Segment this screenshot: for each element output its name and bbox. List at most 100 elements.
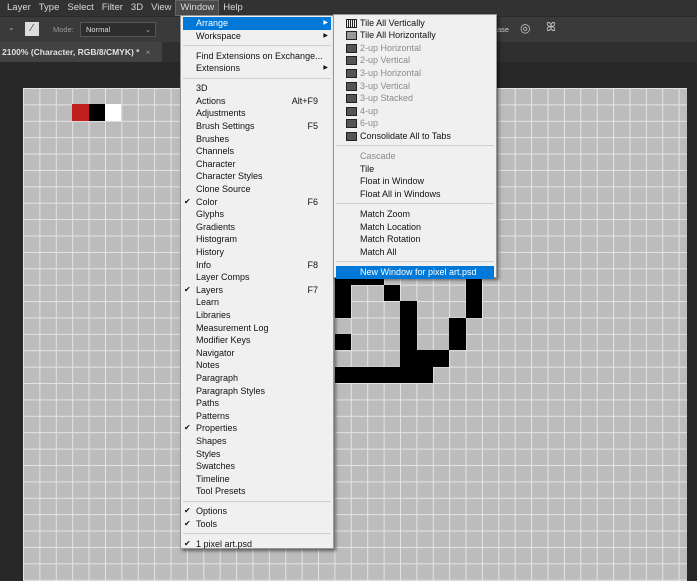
menu-item-paragraph-styles[interactable]: Paragraph Styles bbox=[183, 385, 331, 398]
menu-item-tile[interactable]: Tile bbox=[336, 163, 494, 176]
menu-item-glyphs[interactable]: Glyphs bbox=[183, 208, 331, 221]
menu-item-patterns[interactable]: Patterns bbox=[183, 410, 331, 423]
menu-item-modifier-keys[interactable]: Modifier Keys bbox=[183, 334, 331, 347]
menu-item-brushes[interactable]: Brushes bbox=[183, 133, 331, 146]
menu-item-label: Measurement Log bbox=[196, 322, 269, 333]
menu-item-learn[interactable]: Learn bbox=[183, 296, 331, 309]
menu-separator bbox=[183, 533, 331, 535]
menu-item-6-up[interactable]: 6-up bbox=[336, 117, 494, 130]
menu-item-label: Notes bbox=[196, 360, 220, 371]
menu-item-consolidate-all-to-tabs[interactable]: Consolidate All to Tabs bbox=[336, 130, 494, 143]
document-tab[interactable]: 2100% (Character, RGB/8/CMYK) * × bbox=[0, 42, 162, 62]
menu-item-layer-comps[interactable]: Layer Comps bbox=[183, 271, 331, 284]
menu-item-brush-settings[interactable]: Brush Settings F5 bbox=[183, 120, 331, 133]
menu-item-swatches[interactable]: Swatches bbox=[183, 460, 331, 473]
brush-preset-icon[interactable]: ⁄ bbox=[25, 22, 39, 36]
menu-view[interactable]: View bbox=[147, 0, 175, 16]
menu-item-label: Properties bbox=[196, 423, 238, 434]
menu-item-notes[interactable]: Notes bbox=[183, 359, 331, 372]
black-pixel bbox=[449, 334, 466, 351]
menu-item-paragraph[interactable]: Paragraph bbox=[183, 372, 331, 385]
menu-item-find-extensions-on-exchange[interactable]: Find Extensions on Exchange... bbox=[183, 50, 331, 63]
menu-item-label: Swatches bbox=[196, 461, 236, 472]
menu-item-3d[interactable]: 3D bbox=[183, 82, 331, 95]
menu-item-tile-all-vertically[interactable]: Tile All Vertically bbox=[336, 17, 494, 30]
menu-filter[interactable]: Filter bbox=[98, 0, 127, 16]
menu-item-arrange[interactable]: Arrange ▶ bbox=[183, 17, 331, 30]
menu-item-label: Paths bbox=[196, 398, 220, 409]
menu-item-color[interactable]: ✔ Color F6 bbox=[183, 196, 331, 209]
menu-item-3-up-horizontal[interactable]: 3-up Horizontal bbox=[336, 67, 494, 80]
menu-item-3-up-stacked[interactable]: 3-up Stacked bbox=[336, 92, 494, 105]
target-icon[interactable]: ◎ bbox=[520, 21, 530, 35]
menu-item-tile-all-horizontally[interactable]: Tile All Horizontally bbox=[336, 29, 494, 42]
menu-item-workspace[interactable]: Workspace ▶ bbox=[183, 30, 331, 43]
menu-item-match-location[interactable]: Match Location bbox=[336, 221, 494, 234]
chevron-down-icon[interactable]: ⌄ bbox=[8, 23, 15, 32]
menu-layer[interactable]: Layer bbox=[3, 0, 35, 16]
layout-icon bbox=[346, 18, 357, 28]
menu-item-match-rotation[interactable]: Match Rotation bbox=[336, 233, 494, 246]
menu-item-label: 3-up Horizontal bbox=[360, 67, 422, 78]
menu-item-1-pixel-art-psd[interactable]: ✔ 1 pixel art.psd bbox=[183, 538, 331, 551]
menu-item-character-styles[interactable]: Character Styles bbox=[183, 170, 331, 183]
menu-item-shapes[interactable]: Shapes bbox=[183, 435, 331, 448]
menu-item-layers[interactable]: ✔ Layers F7 bbox=[183, 284, 331, 297]
color-swatch-pixel bbox=[105, 104, 122, 121]
menu-item-tool-presets[interactable]: Tool Presets bbox=[183, 485, 331, 498]
menu-item-label: Adjustments bbox=[196, 108, 246, 119]
menu-item-label: Cascade bbox=[360, 151, 396, 162]
menu-item-tools[interactable]: ✔ Tools bbox=[183, 518, 331, 531]
menu-item-gradients[interactable]: Gradients bbox=[183, 221, 331, 234]
black-pixel bbox=[465, 301, 483, 318]
menu-item-float-all-in-windows[interactable]: Float All in Windows bbox=[336, 188, 494, 201]
menu-item-libraries[interactable]: Libraries bbox=[183, 309, 331, 322]
menu-item-styles[interactable]: Styles bbox=[183, 448, 331, 461]
menu-item-timeline[interactable]: Timeline bbox=[183, 473, 331, 486]
menu-item-2-up-vertical[interactable]: 2-up Vertical bbox=[336, 54, 494, 67]
menu-window[interactable]: Window bbox=[175, 0, 220, 16]
black-pixel bbox=[449, 317, 466, 334]
close-icon[interactable]: × bbox=[145, 47, 150, 57]
menu-item-match-zoom[interactable]: Match Zoom bbox=[336, 208, 494, 221]
shortcut-label: F8 bbox=[307, 259, 318, 270]
menu-item-label: Clone Source bbox=[196, 184, 251, 194]
menu-item-channels[interactable]: Channels bbox=[183, 145, 331, 158]
mode-select[interactable]: Normal ⌄ bbox=[80, 22, 156, 37]
menu-item-properties[interactable]: ✔ Properties bbox=[183, 422, 331, 435]
menu-item-adjustments[interactable]: Adjustments bbox=[183, 107, 331, 120]
menu-item-info[interactable]: Info F8 bbox=[183, 259, 331, 272]
menu-item-extensions[interactable]: Extensions ▶ bbox=[183, 62, 331, 75]
menu-select[interactable]: Select bbox=[63, 0, 97, 16]
arrange-submenu: Tile All Vertically Tile All Horizontally… bbox=[333, 14, 497, 279]
menu-item-character[interactable]: Character bbox=[183, 158, 331, 171]
menu-item-clone-source[interactable]: Clone Source bbox=[183, 183, 331, 196]
shortcut-label: F5 bbox=[307, 121, 318, 131]
menu-item-options[interactable]: ✔ Options bbox=[183, 505, 331, 518]
menu-item-label: Workspace bbox=[196, 30, 241, 41]
black-pixel bbox=[367, 366, 384, 384]
menu-item-histogram[interactable]: Histogram bbox=[183, 233, 331, 246]
menu-item-actions[interactable]: Actions Alt+F9 bbox=[183, 95, 331, 108]
menu-item-navigator[interactable]: Navigator bbox=[183, 347, 331, 360]
menu-3d[interactable]: 3D bbox=[127, 0, 147, 16]
menu-item-new-window-for-pixel-art-psd[interactable]: New Window for pixel art.psd bbox=[336, 266, 494, 279]
menu-help[interactable]: Help bbox=[219, 0, 247, 16]
menu-item-4-up[interactable]: 4-up bbox=[336, 105, 494, 118]
menu-item-label: Character bbox=[196, 158, 236, 169]
menu-item-label: Paragraph bbox=[196, 373, 239, 383]
menu-item-label: Libraries bbox=[196, 310, 231, 320]
menu-type[interactable]: Type bbox=[35, 0, 64, 16]
menu-item-float-in-window[interactable]: Float in Window bbox=[336, 175, 494, 188]
menu-item-history[interactable]: History bbox=[183, 246, 331, 259]
menu-separator bbox=[336, 203, 494, 205]
menu-item-label: Consolidate All to Tabs bbox=[360, 130, 451, 141]
menu-item-measurement-log[interactable]: Measurement Log bbox=[183, 322, 331, 335]
menu-item-paths[interactable]: Paths bbox=[183, 397, 331, 410]
menu-item-cascade[interactable]: Cascade bbox=[336, 150, 494, 163]
menu-item-3-up-vertical[interactable]: 3-up Vertical bbox=[336, 80, 494, 93]
symmetry-butterfly-icon[interactable]: ꕤ bbox=[546, 20, 556, 35]
menu-item-2-up-horizontal[interactable]: 2-up Horizontal bbox=[336, 42, 494, 55]
menu-item-label: Paragraph Styles bbox=[196, 385, 266, 396]
menu-item-match-all[interactable]: Match All bbox=[336, 246, 494, 259]
